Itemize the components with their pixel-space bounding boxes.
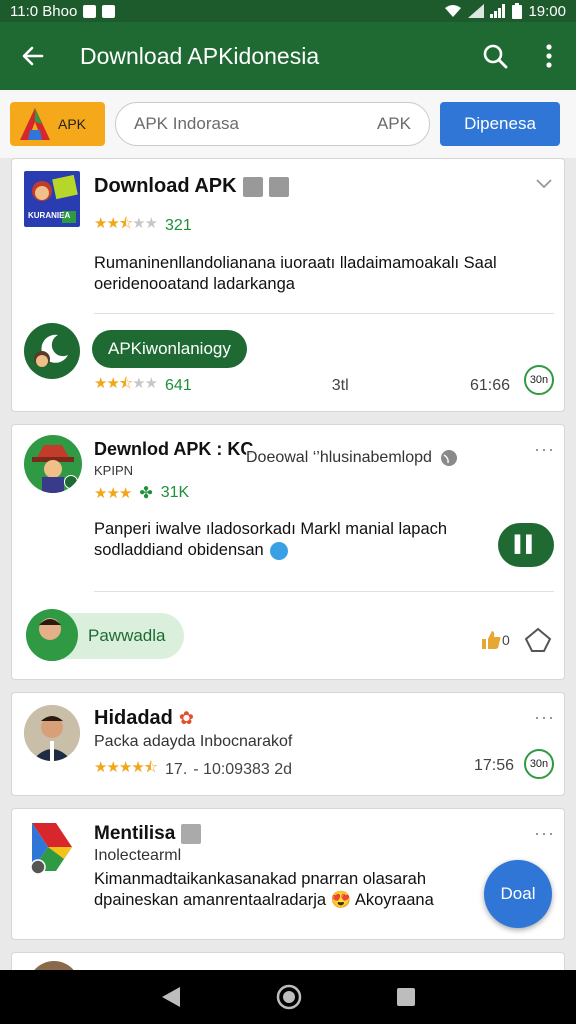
footer-count: 3tl [331, 376, 349, 394]
footer-time: 61:66 [469, 376, 510, 394]
more-vert-icon [546, 44, 552, 68]
overlay-caption: Doeowal ‘’hlusinabemlopd [246, 449, 458, 467]
user-avatar [24, 705, 80, 761]
app-description: Kimanmadtaikankasanakad pnarran olasarah… [94, 869, 434, 911]
status-time-right: 19:00 [528, 2, 566, 20]
person-photo-icon [24, 705, 80, 761]
app-icon [28, 819, 78, 875]
app-subtitle: Packa adayda Inbocnarakof [94, 733, 293, 750]
divider [94, 313, 554, 314]
pause-button[interactable]: ▌▌ [498, 523, 554, 567]
rating-value: 31K [160, 484, 190, 501]
status-badge: 30n [524, 749, 554, 779]
overflow-menu-button[interactable] [522, 22, 576, 90]
user-icon [268, 176, 289, 197]
app-description: Panperi iwalve ıladosorkadı Markl manial… [94, 519, 447, 561]
square-recents-icon[interactable] [396, 987, 416, 1007]
bookmark-icon[interactable] [524, 627, 552, 653]
app-title: Mentilisa [94, 823, 176, 844]
search-button[interactable] [468, 22, 522, 90]
description-line: Rumaninenllandolianana iuoraatı lladaima… [94, 254, 497, 272]
moon-icon [34, 334, 68, 367]
more-horiz-icon[interactable]: ··· [534, 707, 555, 728]
app-description: Rumaninenllandolianana iuoraatı lladaima… [94, 253, 497, 295]
search-input[interactable]: APK Indorasa APK [115, 102, 430, 146]
divider [94, 591, 554, 592]
search-row: APK APK Indorasa APK Dipenesa [0, 90, 576, 158]
globe-emoji-icon [269, 541, 288, 560]
app-avatar [24, 435, 82, 493]
app-card[interactable]: Mentilisa ··· Inolectearml Kimanmadtaika… [11, 808, 565, 940]
footer-rating-value: 641 [165, 376, 192, 394]
circle-home-icon[interactable] [276, 984, 302, 1010]
apk-logo-text: APK [58, 116, 87, 132]
online-badge [64, 475, 78, 489]
app-title: Dewnlod APK : KC [94, 439, 254, 459]
emoji-icon: ✿ [178, 708, 194, 728]
app-title: Download APK [94, 175, 237, 197]
app-subtitle: Inolectearml [94, 847, 182, 864]
notification-icon-2 [102, 4, 116, 18]
rating-extra: - 10:09383 2d [193, 760, 293, 778]
system-nav-bar [0, 970, 576, 1024]
app-bar-title: Download APKidonesia [80, 42, 320, 69]
search-placeholder: APK Indorasa [134, 114, 239, 133]
description-line: dpaineskan amanrentaalradarja 😍 Akoyraan… [94, 891, 434, 909]
app-icon: KURANIEA [24, 171, 80, 227]
status-bar: 11:0 Bhoo 19:00 [0, 0, 576, 22]
globe-icon [440, 450, 457, 466]
footer-stars: ★★⯪★★ [94, 375, 158, 392]
apk-logo-icon [20, 108, 50, 140]
search-icon [483, 44, 508, 69]
app-title: Hidadad [94, 707, 173, 729]
floating-action-button[interactable]: Doal [484, 860, 552, 928]
notification-icon [83, 4, 97, 18]
description-line: Panperi iwalve ıladosorkadı Markl manial… [94, 520, 448, 538]
more-horiz-icon[interactable]: ··· [534, 823, 555, 844]
status-badge: 30n [524, 365, 554, 395]
overlay-caption-text: Doeowal ‘’hlusinabemlopd [246, 449, 432, 466]
thumbs-up-icon[interactable] [480, 629, 502, 651]
back-button[interactable] [0, 22, 66, 90]
app-icon-text: KURANIEA [28, 211, 71, 220]
chevron-down-icon[interactable] [536, 179, 552, 189]
app-card[interactable]: Dewnlod APK : KC Doeowal ‘’hlusinabemlop… [11, 424, 565, 680]
description-line: sodladdiand obidensan [94, 541, 264, 559]
user-avatar [26, 609, 78, 661]
download-pill-button[interactable]: APKiwonlaniogy [92, 330, 247, 368]
description-line: Kimanmadtaikankasanakad pnarran olasarah [94, 870, 427, 888]
arrow-left-icon [22, 46, 44, 66]
rating-stars: ★★★★⯪ [94, 759, 158, 776]
search-suffix: APK [376, 114, 411, 133]
play-store-icon [30, 823, 72, 875]
triangle-back-icon[interactable] [160, 985, 182, 1009]
search-submit-button[interactable]: Dipenesa [440, 102, 560, 146]
app-subtitle: KPIPN [94, 463, 134, 478]
verified-icon [242, 176, 263, 197]
verified-icon [181, 824, 202, 844]
person-icon [32, 618, 68, 661]
signal-icon-2 [490, 4, 506, 18]
like-count: 0 [502, 632, 510, 648]
wifi-icon [445, 5, 462, 17]
app-card[interactable]: KURANIEA Download APK ★★⯪★★ 321 Rumanine… [11, 158, 565, 412]
app-bar: Download APKidonesia [0, 22, 576, 90]
battery-icon [512, 3, 523, 19]
clover-icon: ✤ [139, 485, 153, 502]
developer-avatar [24, 323, 80, 379]
apk-logo[interactable]: APK [10, 102, 105, 146]
rating-value: 321 [165, 216, 192, 234]
rating-stars: ★★★ [94, 485, 132, 502]
signal-icon [468, 4, 485, 18]
description-line: oeridenooatand ladarkanga [94, 275, 295, 293]
rating-stars: ★★⯪★★ [94, 215, 158, 232]
app-card[interactable]: Hidadad ✿ ··· Packa adayda Inbocnarakof … [11, 692, 565, 796]
time-label: 17:56 [474, 757, 515, 774]
status-time: 11:0 Bhoo [10, 2, 78, 20]
rating-value: 17. [165, 760, 188, 778]
more-horiz-icon[interactable]: ··· [534, 439, 555, 460]
